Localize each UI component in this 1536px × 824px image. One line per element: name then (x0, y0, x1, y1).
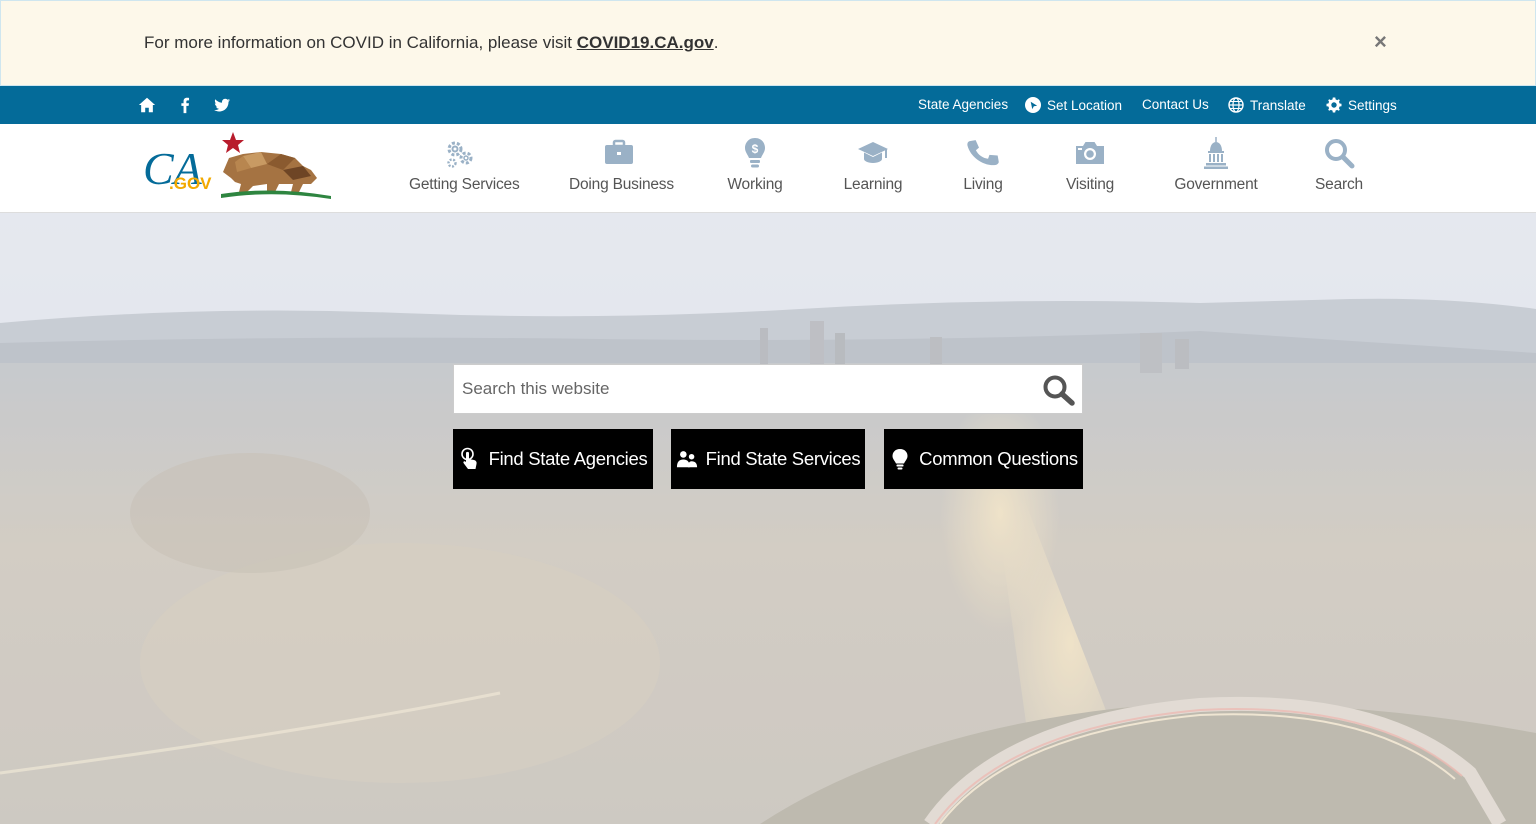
search-input[interactable] (454, 365, 1024, 413)
hero-overlay (0, 213, 1536, 824)
find-state-services-label: Find State Services (705, 448, 861, 469)
lightbulb-dollar-icon: $ (745, 138, 765, 168)
alert-message: For more information on COVID in Califor… (144, 33, 577, 52)
phone-icon (967, 140, 999, 166)
nav-government[interactable]: Government (1171, 136, 1261, 206)
gears-icon (447, 141, 473, 168)
contact-us-label: Contact Us (1142, 97, 1209, 112)
nav-label: Government (1174, 176, 1258, 193)
search-icon (1325, 139, 1355, 169)
set-location-label: Set Location (1047, 97, 1123, 113)
covid-alert-banner: For more information on COVID in Califor… (0, 0, 1536, 86)
nav-search[interactable]: Search (1309, 136, 1369, 206)
logo-grass (221, 190, 331, 199)
location-icon (1025, 97, 1041, 113)
pointer-hand-icon (460, 447, 477, 469)
nav-label: Doing Business (569, 176, 674, 193)
set-location-link[interactable]: Set Location (1025, 97, 1122, 113)
contact-us-link[interactable]: Contact Us (1142, 97, 1209, 112)
common-questions-label: Common Questions (919, 448, 1078, 469)
nav-living[interactable]: Living (953, 136, 1013, 206)
hero-search-box (453, 364, 1083, 414)
people-icon (676, 451, 697, 468)
settings-link[interactable]: Settings (1326, 97, 1397, 113)
common-questions-button[interactable]: Common Questions (884, 429, 1083, 489)
find-state-agencies-label: Find State Agencies (488, 448, 648, 469)
site-header: CA .GOV Getting Services Doing Business (0, 124, 1536, 213)
facebook-icon[interactable] (176, 96, 194, 114)
nav-label: Working (727, 176, 783, 193)
gear-icon (1326, 97, 1342, 113)
translate-label: Translate (1250, 97, 1306, 113)
nav-label: Visiting (1065, 176, 1115, 193)
lightbulb-icon (892, 449, 908, 470)
nav-getting-services[interactable]: Getting Services (409, 136, 520, 206)
nav-label: Learning (843, 176, 903, 193)
logo-star (222, 132, 244, 153)
covid-link[interactable]: COVID19.CA.gov (577, 33, 714, 52)
briefcase-icon (605, 139, 633, 164)
globe-icon (1228, 97, 1244, 113)
alert-period: . (713, 33, 719, 52)
capitol-icon (1204, 137, 1228, 169)
translate-link[interactable]: Translate (1228, 97, 1306, 113)
hero-section: Find State Agencies Find State Services … (0, 213, 1536, 824)
graduation-cap-icon (858, 142, 888, 163)
camera-icon (1076, 142, 1104, 164)
state-agencies-link[interactable]: State Agencies (918, 97, 1008, 112)
nav-visiting[interactable]: Visiting (1060, 136, 1120, 206)
twitter-icon[interactable] (213, 96, 231, 114)
state-agencies-label: State Agencies (918, 97, 1009, 112)
home-icon[interactable] (138, 96, 156, 114)
svg-text:$: $ (752, 142, 759, 156)
utility-bar: State Agencies Set Location Contact Us T… (0, 86, 1536, 124)
ca-gov-logo[interactable]: CA .GOV (143, 132, 331, 200)
nav-label: Living (963, 176, 1003, 193)
logo-gov-text: .GOV (169, 174, 212, 193)
nav-learning[interactable]: Learning (833, 136, 913, 206)
find-state-agencies-button[interactable]: Find State Agencies (453, 429, 653, 489)
search-submit-icon[interactable] (1042, 374, 1076, 406)
find-state-services-button[interactable]: Find State Services (671, 429, 865, 489)
close-alert-button[interactable]: × (1374, 31, 1387, 53)
nav-doing-business[interactable]: Doing Business (569, 136, 674, 206)
nav-label: Search (1315, 176, 1363, 193)
nav-working[interactable]: $ Working (715, 136, 795, 206)
alert-text: For more information on COVID in Califor… (144, 33, 718, 53)
nav-label: Getting Services (409, 176, 520, 193)
settings-label: Settings (1348, 97, 1397, 113)
